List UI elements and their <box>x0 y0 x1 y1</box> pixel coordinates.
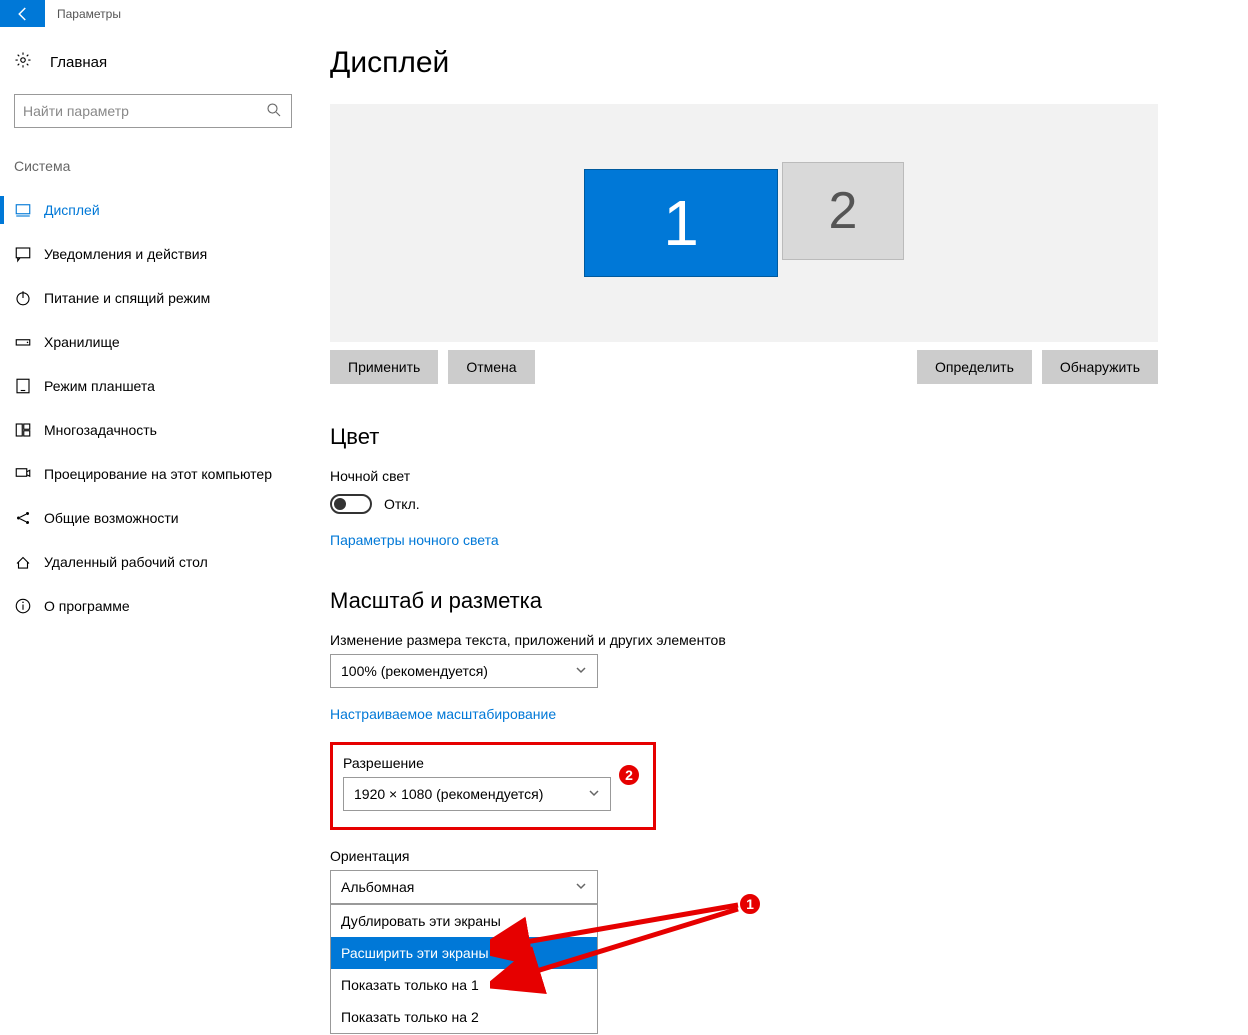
section-heading: Система <box>14 158 300 174</box>
display-icon <box>14 201 44 219</box>
titlebar: Параметры <box>0 0 1248 27</box>
multidisplay-dropdown[interactable]: Дублировать эти экраны Расширить эти экр… <box>330 904 598 1034</box>
sidebar-item-label: Удаленный рабочий стол <box>44 554 208 570</box>
resolution-combobox[interactable]: 1920 × 1080 (рекомендуется) <box>343 777 611 811</box>
multi-option-duplicate[interactable]: Дублировать эти экраны <box>331 905 597 937</box>
main-content: Дисплей 1 2 Применить Отмена Определить … <box>330 46 1188 1034</box>
sidebar-item-power[interactable]: Питание и спящий режим <box>14 276 300 320</box>
arrow-left-icon <box>14 5 32 23</box>
sidebar-item-label: Хранилище <box>44 334 120 350</box>
apply-button[interactable]: Применить <box>330 350 438 384</box>
resolution-value: 1920 × 1080 (рекомендуется) <box>354 786 543 802</box>
home-label: Главная <box>50 54 107 71</box>
chat-icon <box>14 245 44 263</box>
nightlight-label: Ночной свет <box>330 468 1188 484</box>
tablet-icon <box>14 377 44 395</box>
page-title: Дисплей <box>330 46 1188 80</box>
sidebar-item-label: О программе <box>44 598 130 614</box>
drive-icon <box>14 333 44 351</box>
sidebar-item-label: Уведомления и действия <box>44 246 207 262</box>
annotation-highlight: 2 Разрешение 1920 × 1080 (рекомендуется) <box>330 742 656 830</box>
sidebar-item-about[interactable]: О программе <box>14 584 300 628</box>
display-arrangement[interactable]: 1 2 <box>330 104 1158 342</box>
detect-button[interactable]: Обнаружить <box>1042 350 1158 384</box>
sidebar-item-storage[interactable]: Хранилище <box>14 320 300 364</box>
textsize-label: Изменение размера текста, приложений и д… <box>330 632 1188 648</box>
annotation-badge-2: 2 <box>617 763 641 787</box>
chevron-down-icon <box>575 880 587 895</box>
remote-icon <box>14 553 44 571</box>
scale-heading: Масштаб и разметка <box>330 588 1188 614</box>
sidebar: Главная Найти параметр Система Дисплей У… <box>0 40 300 628</box>
chevron-down-icon <box>575 664 587 679</box>
sidebar-item-shared[interactable]: Общие возможности <box>14 496 300 540</box>
sidebar-item-projecting[interactable]: Проецирование на этот компьютер <box>14 452 300 496</box>
chevron-down-icon <box>588 787 600 802</box>
multitask-icon <box>14 421 44 439</box>
color-heading: Цвет <box>330 424 1188 450</box>
search-input[interactable]: Найти параметр <box>14 94 292 128</box>
home-link[interactable]: Главная <box>14 40 300 84</box>
share-icon <box>14 509 44 527</box>
orientation-value: Альбомная <box>341 879 414 895</box>
sidebar-item-notifications[interactable]: Уведомления и действия <box>14 232 300 276</box>
power-icon <box>14 289 44 307</box>
sidebar-item-label: Режим планшета <box>44 378 155 394</box>
cancel-button[interactable]: Отмена <box>448 350 534 384</box>
multi-option-only2[interactable]: Показать только на 2 <box>331 1001 597 1033</box>
gear-icon <box>14 51 32 73</box>
nightlight-toggle[interactable] <box>330 494 372 514</box>
orientation-label: Ориентация <box>330 848 1188 864</box>
sidebar-item-tablet[interactable]: Режим планшета <box>14 364 300 408</box>
sidebar-item-multitask[interactable]: Многозадачность <box>14 408 300 452</box>
sidebar-item-label: Питание и спящий режим <box>44 290 210 306</box>
nightlight-state: Откл. <box>384 496 420 512</box>
search-placeholder: Найти параметр <box>23 103 129 119</box>
display-buttons: Применить Отмена Определить Обнаружить <box>330 350 1158 384</box>
info-icon <box>14 597 44 615</box>
multi-option-extend[interactable]: Расширить эти экраны <box>331 937 597 969</box>
monitor-2[interactable]: 2 <box>782 162 904 260</box>
textsize-combobox[interactable]: 100% (рекомендуется) <box>330 654 598 688</box>
sidebar-item-label: Многозадачность <box>44 422 157 438</box>
sidebar-item-label: Общие возможности <box>44 510 179 526</box>
project-icon <box>14 465 44 483</box>
sidebar-nav: Дисплей Уведомления и действия Питание и… <box>14 188 300 628</box>
back-button[interactable] <box>0 0 45 27</box>
orientation-combobox[interactable]: Альбомная <box>330 870 598 904</box>
monitor-1[interactable]: 1 <box>584 169 778 277</box>
sidebar-item-rdp[interactable]: Удаленный рабочий стол <box>14 540 300 584</box>
annotation-badge-1: 1 <box>738 892 762 916</box>
multi-option-only1[interactable]: Показать только на 1 <box>331 969 597 1001</box>
sidebar-item-display[interactable]: Дисплей <box>14 188 300 232</box>
window-title: Параметры <box>45 0 121 27</box>
custom-scaling-link[interactable]: Настраиваемое масштабирование <box>330 706 556 722</box>
nightlight-settings-link[interactable]: Параметры ночного света <box>330 532 499 548</box>
resolution-label: Разрешение <box>343 755 643 771</box>
textsize-value: 100% (рекомендуется) <box>341 663 488 679</box>
search-icon <box>265 101 283 122</box>
sidebar-item-label: Проецирование на этот компьютер <box>44 466 272 482</box>
identify-button[interactable]: Определить <box>917 350 1032 384</box>
sidebar-item-label: Дисплей <box>44 202 100 218</box>
